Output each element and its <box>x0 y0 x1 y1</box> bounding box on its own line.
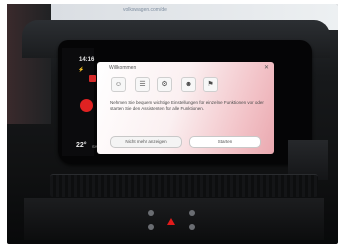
dont-show-again-button[interactable]: Nicht mehr anzeigen <box>110 136 182 148</box>
welcome-dialog: Willkommen ✕ ☺ ☰ ⚙ ☻ ⚑ Nehmen Sie bequem… <box>97 62 274 154</box>
start-button[interactable]: Starten <box>189 136 261 148</box>
close-icon[interactable]: ✕ <box>264 64 269 71</box>
temperature: 22° <box>76 142 87 149</box>
dialog-title: Willkommen <box>109 65 137 71</box>
red-dot-icon[interactable] <box>80 99 93 112</box>
air-vent <box>50 174 318 197</box>
users-icon[interactable]: ☰ <box>135 77 150 92</box>
console-button-bottom-right[interactable] <box>189 224 195 230</box>
profile-icon[interactable]: ☺ <box>111 77 126 92</box>
clock: 14:16 <box>79 57 95 63</box>
person-icon[interactable]: ☻ <box>181 77 196 92</box>
console-button-bottom-left[interactable] <box>148 224 154 230</box>
console-button-right[interactable] <box>189 210 195 216</box>
hazard-icon[interactable] <box>167 218 175 225</box>
dialog-body: Nehmen Sie bequem wichtige Einstellungen… <box>110 100 264 111</box>
gear-icon[interactable]: ⚙ <box>157 77 172 92</box>
console-button-left[interactable] <box>148 210 154 216</box>
record-square-icon <box>89 75 96 82</box>
sign-url-text: volkswagen.com/de <box>123 7 167 13</box>
assist-icon[interactable]: ⚑ <box>203 77 218 92</box>
status-icons: ⚡ <box>78 67 85 73</box>
